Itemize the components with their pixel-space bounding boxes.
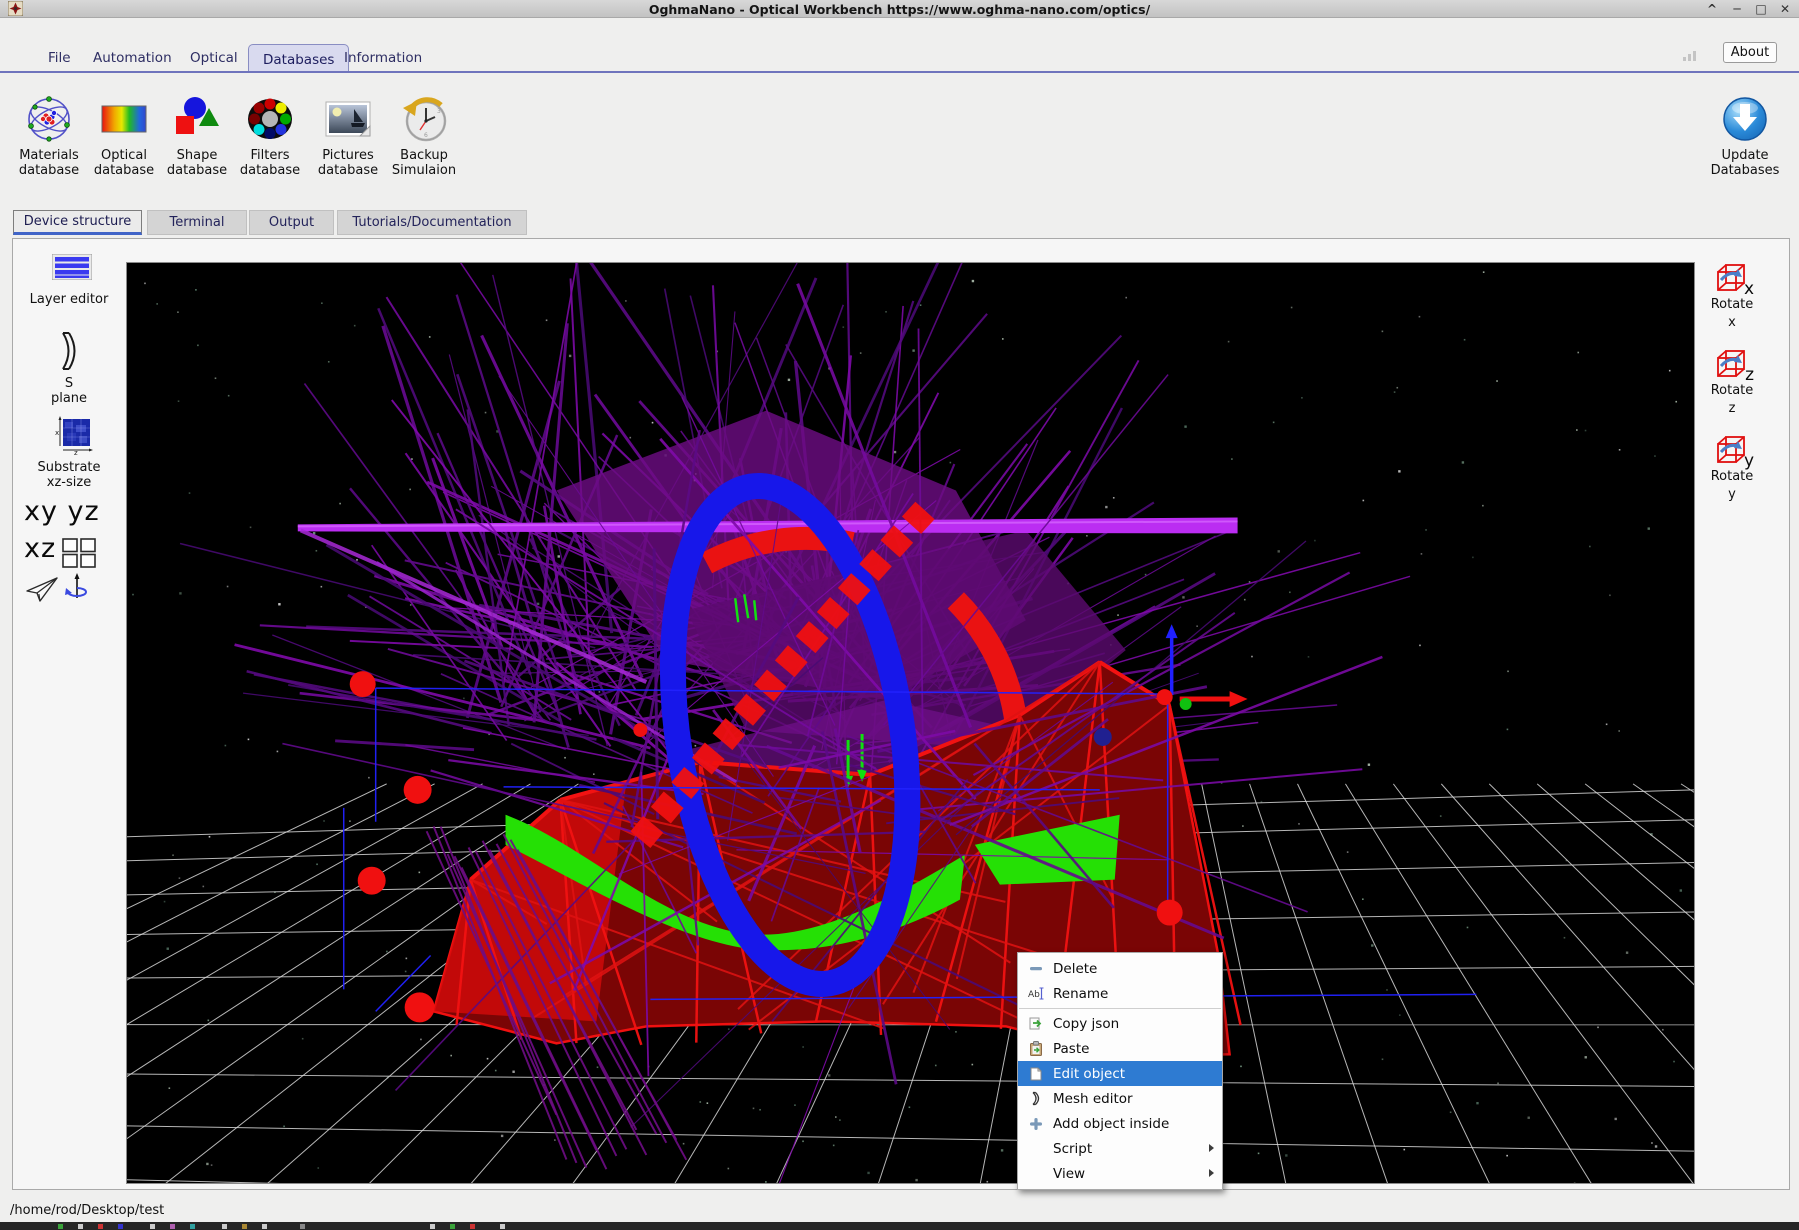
menu-item-edit-object[interactable]: Edit object [1018, 1061, 1222, 1086]
rotate-z-button[interactable]: z Rotate z [1700, 348, 1764, 416]
tab-output[interactable]: Output [249, 210, 334, 235]
tab-tutorials-documentation[interactable]: Tutorials/Documentation [337, 210, 527, 235]
context-menu: Delete Ab Rename Copy json Paste Edit ob… [1017, 952, 1223, 1190]
maximize-button[interactable]: □ [1752, 1, 1770, 17]
menu-tab-information[interactable]: Information [344, 48, 422, 68]
minimize-button[interactable]: ─ [1728, 1, 1746, 17]
ribbon-separator [0, 71, 1799, 73]
close-button[interactable]: ✕ [1776, 1, 1794, 17]
pictures-database-button[interactable]: Pictures database [312, 94, 384, 178]
svg-text:3: 3 [437, 108, 441, 115]
materials-database-button[interactable]: Materials database [13, 94, 85, 178]
menu-item-view[interactable]: View [1018, 1161, 1222, 1186]
about-button[interactable]: About [1723, 42, 1777, 63]
menu-tab-optical[interactable]: Optical [190, 48, 238, 68]
menu-separator [1019, 1008, 1221, 1009]
rotate-axis-icon [64, 587, 90, 606]
status-bar-path: /home/rod/Desktop/test [10, 1203, 164, 1218]
svg-text:x: x [55, 429, 59, 437]
menu-item-copy-json[interactable]: Copy json [1018, 1011, 1222, 1036]
menu-tab-file[interactable]: File [48, 48, 71, 68]
copy-icon [1026, 1017, 1046, 1031]
menu-item-rename[interactable]: Ab Rename [1018, 981, 1222, 1006]
substrate-xz-size-button[interactable]: x z [55, 415, 93, 459]
svg-text:6: 6 [424, 132, 428, 139]
menu-item-mesh-editor[interactable]: Mesh editor [1018, 1086, 1222, 1111]
fly-through-button[interactable] [26, 576, 60, 608]
tab-terminal[interactable]: Terminal [147, 210, 247, 235]
menu-item-delete[interactable]: Delete [1018, 956, 1222, 981]
s-plane-button[interactable] [56, 330, 82, 376]
color-wheel-icon [234, 94, 306, 144]
grid-2x2-icon [62, 553, 96, 572]
menu-tab-automation[interactable]: Automation [93, 48, 172, 68]
layer-editor-button[interactable] [52, 254, 92, 284]
paste-icon [1026, 1041, 1046, 1056]
photo-icon [312, 94, 384, 144]
four-view-grid-button[interactable] [62, 538, 96, 572]
taskbar-strip [0, 1222, 1799, 1230]
rotate-y-button[interactable]: y Rotate y [1700, 434, 1764, 502]
atom-icon [13, 94, 85, 144]
tab-device-structure[interactable]: Device structure [13, 210, 142, 235]
submenu-arrow-icon [1209, 1169, 1214, 1177]
menu-item-script[interactable]: Script [1018, 1136, 1222, 1161]
orbit-rotate-button[interactable] [64, 572, 90, 606]
svg-text:z: z [74, 449, 78, 455]
blue-download-icon [1709, 94, 1781, 144]
window-title: OghmaNano - Optical Workbench https://ww… [0, 2, 1799, 17]
rotate-x-button[interactable]: x Rotate x [1700, 262, 1764, 330]
paper-icon [1026, 1067, 1046, 1081]
title-bar[interactable]: OghmaNano - Optical Workbench https://ww… [0, 0, 1799, 18]
filters-database-button[interactable]: Filters database [234, 94, 306, 178]
view-xz-button[interactable]: xz [24, 533, 56, 564]
layer-editor-icon [52, 265, 92, 284]
menu-item-paste[interactable]: Paste [1018, 1036, 1222, 1061]
rotate-cube-icon [1715, 365, 1749, 384]
substrate-xz-size-label: Substrate xz-size [29, 460, 109, 490]
s-plane-label: S plane [47, 376, 91, 406]
s-plane-icon [56, 357, 82, 376]
view-xy-yz-button[interactable]: xy yz [24, 496, 100, 527]
application-window: OghmaNano - Optical Workbench https://ww… [0, 0, 1799, 1230]
minus-icon [1026, 967, 1046, 971]
shade-button[interactable]: ^ [1703, 1, 1721, 17]
resize-grip-icon [1683, 46, 1697, 65]
update-databases-button[interactable]: Update Databases [1709, 94, 1781, 178]
submenu-arrow-icon [1209, 1144, 1214, 1152]
svg-text:Ab: Ab [1028, 990, 1040, 1000]
shape-database-button[interactable]: Shape database [161, 94, 233, 178]
spectrum-icon [88, 94, 160, 144]
backup-simulation-button[interactable]: 3 6 Backup Simulaion [388, 94, 460, 178]
layer-editor-label: Layer editor [12, 292, 126, 307]
optical-database-button[interactable]: Optical database [88, 94, 160, 178]
backup-clock-icon: 3 6 [388, 94, 460, 144]
curve-icon [1026, 1091, 1046, 1106]
rename-icon: Ab [1026, 987, 1046, 1000]
shapes-icon [161, 94, 233, 144]
substrate-icon: x z [55, 440, 93, 459]
viewport-3d[interactable]: Delete Ab Rename Copy json Paste Edit ob… [126, 262, 1695, 1184]
menu-item-add-object-inside[interactable]: Add object inside [1018, 1111, 1222, 1136]
paper-plane-icon [26, 589, 60, 608]
plus-icon [1026, 1118, 1046, 1130]
menu-tab-databases[interactable]: Databases [248, 44, 349, 73]
